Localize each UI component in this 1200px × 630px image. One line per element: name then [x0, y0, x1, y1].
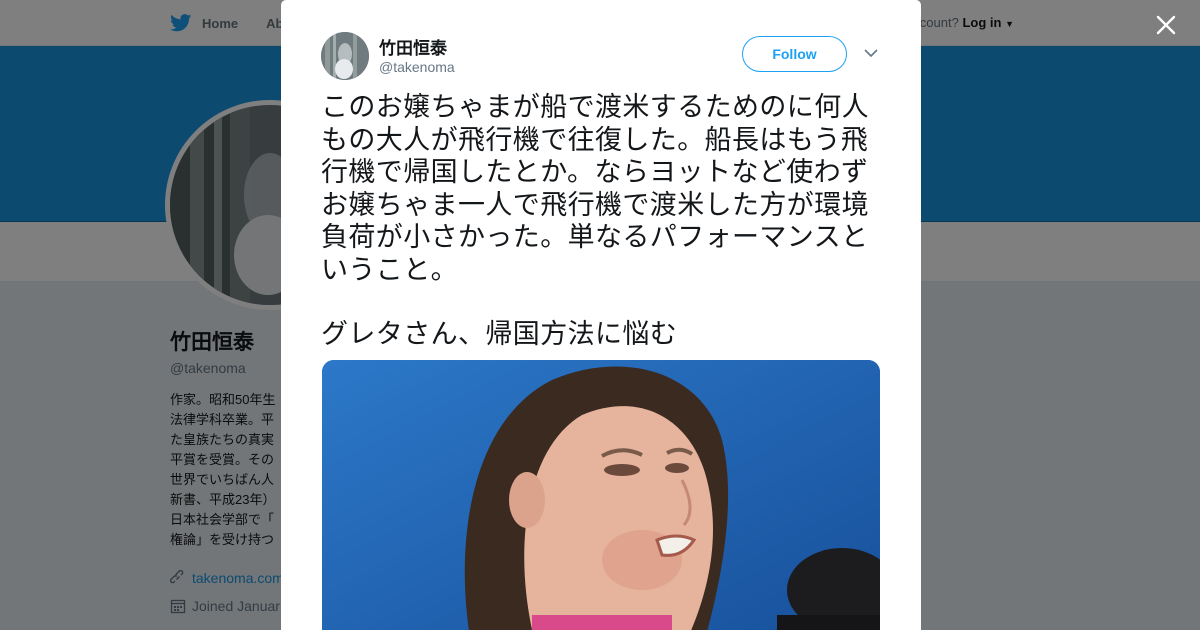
tweet-author-name[interactable]: 竹田恒泰	[379, 34, 447, 59]
media-image	[322, 360, 880, 630]
tweet-text-line: もの大人が飛行機で往復した。船長はもう飛	[321, 124, 869, 156]
tweet-text-line: いうこと。	[321, 254, 458, 286]
tweet-card-title[interactable]: グレタさん、帰国方法に悩む	[321, 319, 887, 352]
tweet-author-avatar[interactable]	[321, 32, 369, 80]
tweet-media-photo[interactable]	[322, 360, 880, 630]
tweet-text-spacer	[321, 287, 887, 319]
close-icon[interactable]	[1153, 12, 1179, 38]
chevron-down-icon[interactable]	[864, 48, 878, 58]
tweet-text-line: このお嬢ちゃまが船で渡米するためのに何人	[321, 92, 869, 123]
tweet-permalink-modal: 竹田恒泰 @takenoma Follow このお嬢ちゃまが船で渡米するためのに…	[281, 0, 921, 630]
follow-button[interactable]: Follow	[742, 36, 847, 72]
avatar-image	[321, 32, 369, 80]
tweet-text-line: お嬢ちゃま一人で飛行機で渡米した方が環境	[321, 189, 869, 221]
tweet-text-line: 行機で帰国したとか。ならヨットなど使わず	[321, 157, 869, 188]
tweet-header: 竹田恒泰 @takenoma Follow	[321, 32, 881, 82]
tweet-text: このお嬢ちゃまが船で渡米するためのに何人 もの大人が飛行機で往復した。船長はもう…	[321, 92, 887, 352]
tweet-text-line: 負荷が小さかった。単なるパフォーマンスと	[321, 222, 869, 253]
tweet-author-handle[interactable]: @takenoma	[379, 59, 455, 75]
